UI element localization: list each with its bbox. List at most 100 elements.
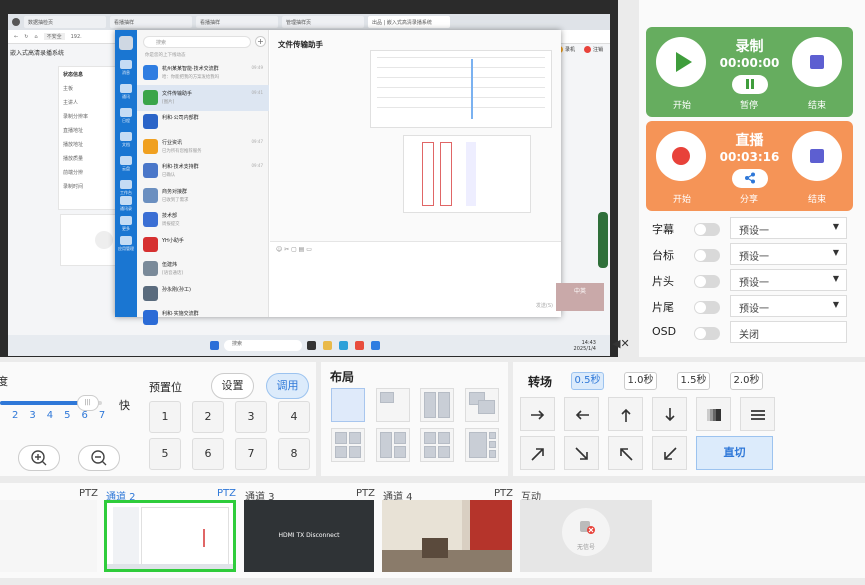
logo-select[interactable]: 预设一 ▼ [730,243,847,265]
layout-pip-topleft[interactable] [376,388,410,422]
transition-speed-0.5[interactable]: 0.5秒 [571,372,604,390]
blinds-button[interactable] [740,397,775,431]
conversation-avatar [143,163,158,178]
wipe-up-right-button[interactable] [520,436,555,470]
setting-label: 片头 [652,275,674,288]
outro-select[interactable]: 预设一 ▼ [730,295,847,317]
live-share-button[interactable] [732,169,768,188]
record-start-button[interactable] [656,37,706,87]
speed-slider-fill [0,401,88,405]
preset-set-button[interactable]: 设置 [211,373,254,399]
preset-button[interactable]: 3 [235,401,267,433]
layout-single[interactable] [331,388,365,422]
fade-button[interactable] [696,397,731,431]
pause-icon [746,79,754,89]
no-signal-text: 无信号 [576,544,595,551]
nav-label: 通讯 [122,94,130,99]
layout-split-two[interactable] [420,388,454,422]
conversation-item: 行业资讯 已为所有您推荐服务 09:47 [137,134,269,160]
preset-button[interactable]: 4 [278,401,310,433]
live-start-button[interactable] [656,131,706,181]
intro-toggle[interactable] [694,275,720,288]
speed-tick: 2 [12,410,19,421]
zoom-in-button[interactable] [18,445,60,471]
conversation-name: YH小助手 [162,237,184,244]
transition-speed-1.5[interactable]: 1.5秒 [677,372,710,390]
arrow-left-icon [575,410,589,420]
preset-button[interactable]: 1 [149,401,181,433]
preset-recall-button[interactable]: 调用 [266,373,309,399]
conversation-name: 杭州某某智能·技术交流群 [162,66,219,72]
address-url: 192. [70,33,82,40]
status-row: 播放质量 [63,156,84,162]
conversation-name: 文件传输助手 [162,90,193,97]
more-icon [120,216,132,225]
channel-2-thumbnail[interactable] [104,500,236,572]
zoom-out-button[interactable] [78,445,120,471]
intro-select[interactable]: 预设一 ▼ [730,269,847,291]
wipe-right-button[interactable] [520,397,555,431]
direct-cut-button[interactable]: 直切 [696,436,773,470]
taskbar-clock: 14:43 2025/1/4 [574,340,596,352]
nav-label: 云盘 [122,166,130,171]
subtitle-select[interactable]: 预设一 ▼ [730,217,847,239]
nav-label: 文档 [122,142,130,147]
wipe-left-button[interactable] [564,397,599,431]
layout-quad[interactable] [420,428,454,462]
speed-slider[interactable]: ||| [0,395,102,411]
wipe-down-right-button[interactable] [564,436,599,470]
channel-4-ptz[interactable]: PTZ [494,488,513,499]
mute-icon[interactable]: ◀✕ [612,337,630,350]
conversation-preview: 已确认 [162,173,176,178]
live-end-button[interactable] [792,131,842,181]
conversation-preview: 已为所有您推荐服务 [162,148,202,154]
subtitle-toggle[interactable] [694,223,720,236]
document-icon [120,132,132,141]
record-pause-button[interactable] [732,75,768,94]
layout-one-plus-two[interactable] [376,428,410,462]
status-title: 状态信息 [63,72,84,78]
conversation-avatar [143,261,158,276]
webapp-panel [60,214,116,266]
preset-button[interactable]: 5 [149,438,181,470]
transition-speed-2.0[interactable]: 2.0秒 [730,372,763,390]
logo-toggle[interactable] [694,249,720,262]
channel-3-ptz[interactable]: PTZ [356,488,375,499]
conversation-avatar [143,285,158,301]
osd-select[interactable]: 关闭 [730,321,847,343]
layout-overlap[interactable] [465,388,499,422]
preset-button[interactable]: 2 [192,401,224,433]
floating-toolbar [598,212,608,268]
wipe-up-button[interactable] [608,397,643,431]
speed-slider-handle[interactable]: ||| [76,395,99,411]
preset-button[interactable]: 8 [278,438,310,470]
caret-down-icon: ▼ [832,222,839,231]
conversation-item: 伍建炜 [语音通话] [137,256,269,282]
layout-left-big[interactable] [331,428,365,462]
channel-interactive-thumbnail[interactable]: 无信号 [520,500,652,572]
preset-button[interactable]: 7 [235,438,267,470]
webapp-title: 嵌入式高清录播系统 [10,50,65,57]
channel-1-thumbnail[interactable] [0,500,97,572]
setting-row-osd: OSD 关闭 [652,320,848,344]
wipe-down-left-button[interactable] [652,436,687,470]
channel-3-thumbnail[interactable]: HDMI TX Disconnect [244,500,374,572]
conversation-item: 杭州某某智能·技术交流群 哈：你能把我的方案发给我吗 09:49 [137,60,269,86]
transition-speed-1.0[interactable]: 1.0秒 [624,372,657,390]
channel-4-thumbnail[interactable] [382,500,512,572]
wipe-up-left-button[interactable] [608,436,643,470]
outro-toggle[interactable] [694,301,720,314]
record-end-button[interactable] [792,37,842,87]
play-icon [676,52,692,72]
wipe-down-button[interactable] [652,397,687,431]
layout-one-plus-three[interactable] [465,428,499,462]
channel-1-ptz[interactable]: PTZ [79,488,98,499]
setting-row-outro: 片尾 预设一 ▼ [652,294,848,318]
chat-input: ☺ ✂ ▢ ▤ ▭ 发送(S) [270,241,561,317]
messenger-icon [371,341,380,350]
channel-2-ptz[interactable]: PTZ [217,488,236,499]
speed-tick: 3 [29,410,36,421]
osd-toggle[interactable] [694,327,720,340]
preset-button[interactable]: 6 [192,438,224,470]
conversation-time: 09:47 [251,138,263,144]
